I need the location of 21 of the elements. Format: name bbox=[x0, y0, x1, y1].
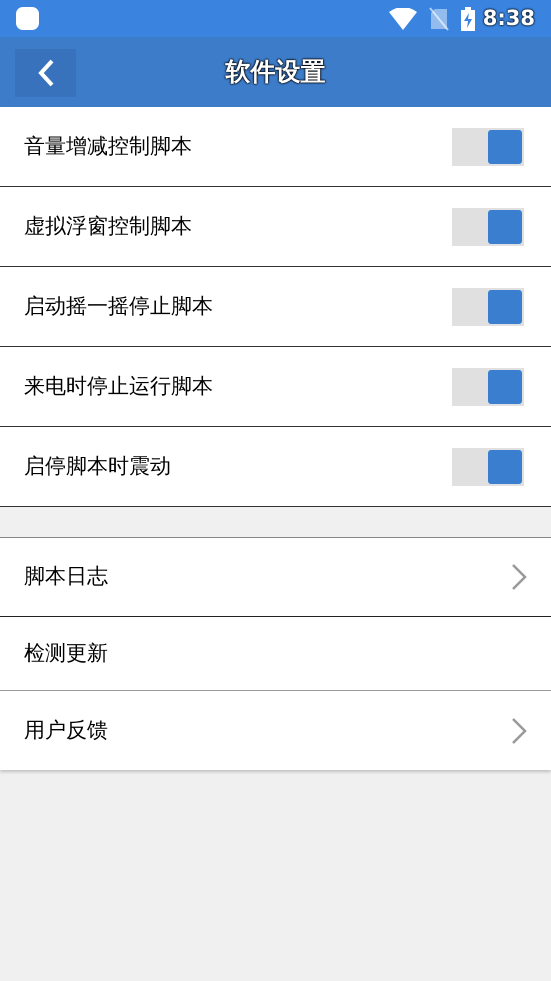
menu-item[interactable]: 脚本日志 bbox=[0, 538, 551, 617]
menu-item[interactable]: 检测更新 bbox=[0, 617, 551, 691]
menu-item[interactable]: 用户反馈 bbox=[0, 691, 551, 770]
toggle-switch[interactable] bbox=[452, 128, 524, 166]
setting-label: 音量增减控制脚本 bbox=[24, 132, 192, 160]
setting-label: 启动摇一摇停止脚本 bbox=[24, 292, 213, 320]
toggle-switch[interactable] bbox=[452, 208, 524, 246]
wifi-icon bbox=[388, 8, 417, 30]
setting-label: 启停脚本时震动 bbox=[24, 452, 171, 480]
app-notification-icon bbox=[16, 7, 39, 30]
battery-charging-icon bbox=[460, 6, 475, 30]
setting-label: 来电时停止运行脚本 bbox=[24, 372, 213, 400]
toggle-switch[interactable] bbox=[452, 288, 524, 326]
status-time: 8:38 bbox=[482, 4, 535, 32]
setting-label: 虚拟浮窗控制脚本 bbox=[24, 212, 192, 240]
page-title: 软件设置 bbox=[226, 56, 326, 88]
no-sim-icon bbox=[428, 6, 449, 30]
toggle-switch[interactable] bbox=[452, 448, 524, 486]
back-button[interactable] bbox=[15, 49, 76, 97]
back-chevron-icon bbox=[38, 59, 54, 87]
toggle-switch[interactable] bbox=[452, 368, 524, 406]
